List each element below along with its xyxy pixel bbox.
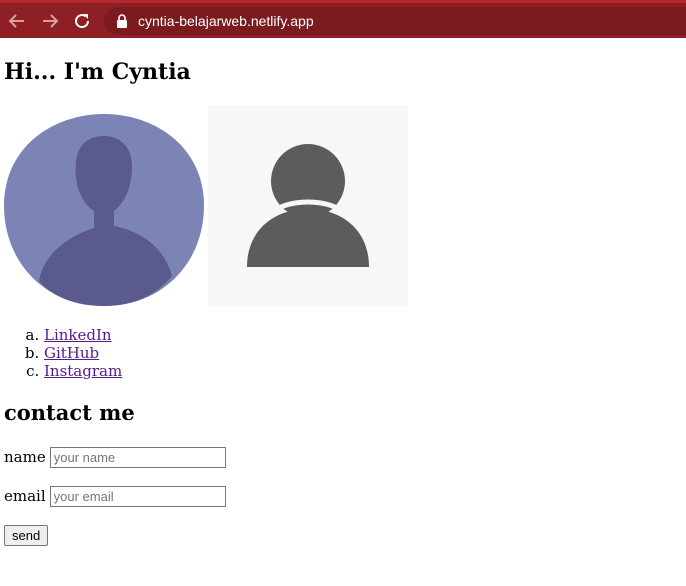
user-icon: [247, 139, 369, 267]
page-title: Hi... I'm Cyntia: [4, 59, 191, 85]
email-row: email: [4, 485, 226, 507]
reload-button[interactable]: [72, 11, 92, 31]
send-button[interactable]: send: [4, 525, 49, 546]
email-label: email: [4, 487, 46, 505]
browser-toolbar: cyntia-belajarweb.netlify.app: [0, 0, 686, 38]
social-links-list: LinkedIn GitHub Instagram: [4, 326, 122, 380]
name-row: name: [4, 446, 226, 468]
linkedin-link[interactable]: LinkedIn: [44, 326, 112, 344]
url-text: cyntia-belajarweb.netlify.app: [138, 13, 314, 29]
default-avatar-image: [208, 106, 408, 306]
list-item: Instagram: [44, 362, 122, 380]
profile-photo: [4, 114, 204, 306]
lock-icon: [117, 14, 127, 28]
email-input[interactable]: [49, 485, 226, 507]
list-item: LinkedIn: [44, 326, 122, 344]
address-bar[interactable]: cyntia-belajarweb.netlify.app: [104, 7, 686, 35]
arrow-left-icon: [8, 14, 24, 28]
reload-icon: [75, 14, 90, 29]
back-button[interactable]: [7, 11, 27, 31]
name-label: name: [4, 448, 46, 466]
name-input[interactable]: [49, 446, 226, 468]
instagram-link[interactable]: Instagram: [44, 362, 122, 380]
arrow-right-icon: [43, 14, 59, 28]
forward-button[interactable]: [40, 11, 60, 31]
contact-heading: contact me: [4, 400, 135, 425]
list-item: GitHub: [44, 344, 122, 362]
github-link[interactable]: GitHub: [44, 344, 99, 362]
